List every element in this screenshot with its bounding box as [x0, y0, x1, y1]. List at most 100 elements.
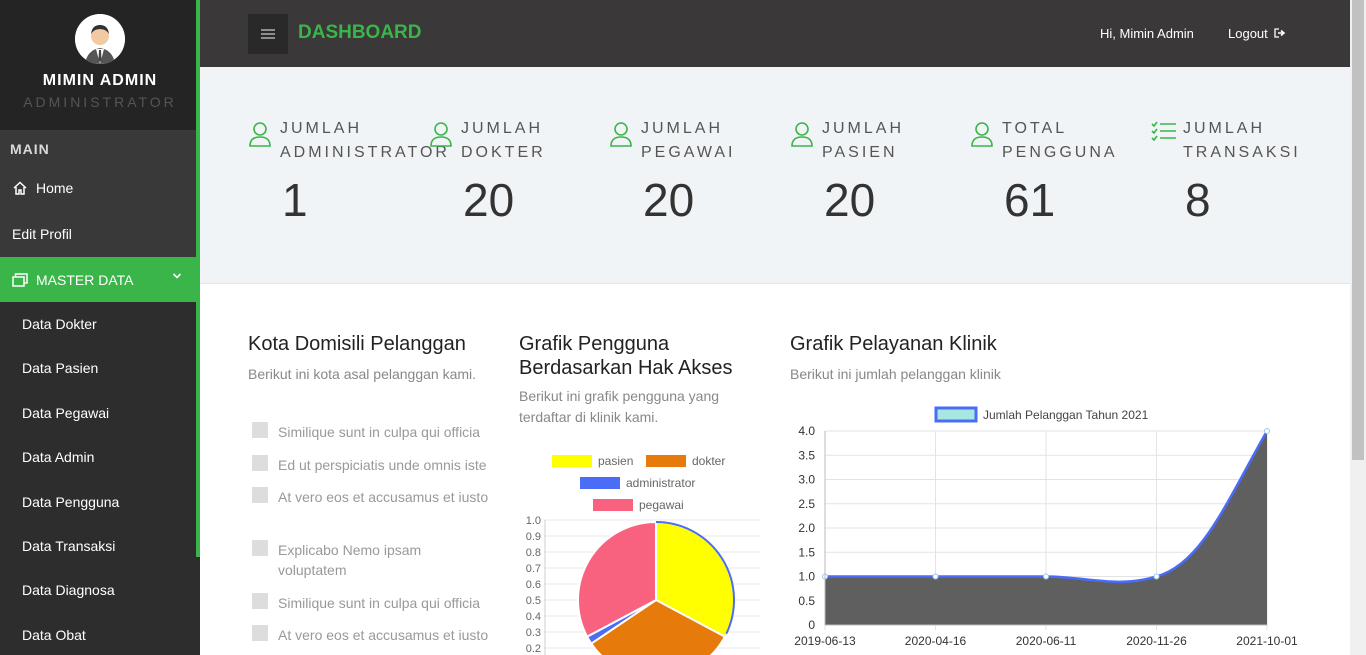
checkbox[interactable]	[252, 593, 268, 609]
nav-section-label: MAIN	[10, 141, 50, 157]
sidebar-item-data-dokter[interactable]: Data Dokter	[22, 316, 97, 332]
legend-label: pasien	[598, 454, 633, 468]
checkbox[interactable]	[252, 540, 268, 556]
stat-label-line1: JUMLAH	[280, 120, 363, 137]
y-tick-label: 2.0	[798, 521, 815, 535]
list-item[interactable]: Explicabo Nemo ipsam voluptatem	[252, 540, 492, 580]
avatar[interactable]	[75, 14, 125, 64]
stats-panel: JUMLAH ADMINISTRATOR 1 JUMLAH DOKTER 20 JU…	[200, 67, 1350, 284]
legend-label: dokter	[692, 454, 725, 468]
stat-label-line1: JUMLAH	[822, 120, 905, 137]
top-bar: DASHBOARD Hi, Mimin Admin Logout	[200, 0, 1350, 67]
list-item-text: Ed ut perspiciatis unde omnis iste	[278, 457, 487, 473]
sign-out-icon	[1274, 28, 1286, 38]
y-tick-label: 1.0	[526, 515, 541, 527]
sidebar-item-home[interactable]: Home	[12, 180, 73, 196]
checkbox[interactable]	[252, 487, 268, 503]
data-point	[1153, 573, 1160, 580]
stat-value: 20	[824, 174, 876, 226]
y-tick-label: 0.8	[526, 547, 541, 559]
sidebar-item-label: MASTER DATA	[36, 271, 134, 288]
data-point	[1043, 573, 1049, 580]
legend-label: Jumlah Pelanggan Tahun 2021	[983, 408, 1149, 422]
legend-swatch	[934, 406, 978, 423]
list-item[interactable]: Similique sunt in culpa qui officia	[252, 422, 492, 442]
data-point	[1264, 428, 1270, 434]
x-tick-label: 2021-10-01	[1236, 634, 1298, 648]
window-icon	[12, 272, 28, 287]
legend-swatch	[580, 477, 620, 489]
y-tick-label: 2.5	[798, 497, 815, 511]
list-item[interactable]: Ed ut perspiciatis unde omnis iste	[252, 455, 492, 475]
list-item-text: At vero eos et accusamus et iusto	[278, 627, 489, 643]
pengguna-subtitle: Berikut ini grafik pengguna yang terdafta…	[519, 386, 719, 428]
area-chart: Jumlah Pelanggan Tahun 2021 4.0 3.5 3.0 2.5 2…	[794, 406, 1298, 648]
pengguna-title: Grafik Pengguna Berdasarkan Hak Akses	[519, 332, 732, 380]
pengguna-subtitle-line2: terdaftar di klinik kami.	[519, 409, 659, 425]
y-tick-label: 1.5	[798, 545, 815, 559]
list-item-text: Similique sunt in culpa qui officia	[278, 424, 481, 440]
sidebar-item-data-obat[interactable]: Data Obat	[22, 627, 86, 643]
kota-title: Kota Domisili Pelanggan	[248, 333, 466, 355]
y-tick-label: 0.4	[526, 611, 541, 623]
y-tick-label: 0	[808, 618, 815, 632]
stat-label-line2: DOKTER	[461, 144, 546, 161]
sidebar-item-label: Home	[36, 180, 74, 196]
user-icon	[791, 122, 813, 147]
legend-label: administrator	[626, 476, 695, 490]
pelayanan-title: Grafik Pelayanan Klinik	[790, 333, 997, 355]
list-item-text: Explicabo Nemo ipsam voluptatem	[278, 542, 422, 578]
hamburger-icon	[261, 29, 275, 39]
x-tick-label: 2020-11-26	[1126, 634, 1187, 648]
stat-value: 1	[282, 174, 308, 226]
y-tick-label: 3.5	[798, 448, 815, 462]
user-greeting: Hi, Mimin Admin	[1100, 26, 1194, 41]
stat-value: 8	[1185, 174, 1211, 226]
sidebar-item-data-pengguna[interactable]: Data Pengguna	[22, 494, 119, 510]
sidebar-item-label: Edit Profil	[12, 226, 72, 242]
checkbox[interactable]	[252, 422, 268, 438]
user-role: ADMINISTRATOR	[23, 94, 177, 110]
legend-swatch	[552, 455, 592, 467]
checkbox[interactable]	[252, 455, 268, 471]
sidebar-item-data-admin[interactable]: Data Admin	[22, 449, 94, 465]
sidebar-item-data-pasien[interactable]: Data Pasien	[22, 360, 98, 376]
sidebar-item-data-transaksi[interactable]: Data Transaksi	[22, 538, 115, 554]
y-tick-label: 3.0	[798, 473, 815, 487]
y-tick-label: 0.5	[526, 595, 541, 607]
list-item[interactable]: At vero eos et accusamus et iusto	[252, 487, 492, 507]
chevron-down-icon	[172, 273, 182, 279]
pengguna-title-line2: Berdasarkan Hak Akses	[519, 357, 733, 379]
y-tick-label: 1.0	[798, 570, 815, 584]
list-item[interactable]: Similique sunt in culpa qui officia	[252, 593, 492, 613]
user-icon	[971, 122, 993, 147]
sidebar-item-master-data[interactable]: MASTER DATA	[0, 257, 196, 302]
pengguna-title-line1: Grafik Pengguna	[519, 333, 670, 355]
sidebar-item-data-pegawai[interactable]: Data Pegawai	[22, 405, 109, 421]
stat-label-line2: PENGGUNA	[1002, 144, 1118, 161]
x-tick-label: 2019-06-13	[794, 634, 856, 648]
user-icon	[249, 122, 271, 147]
scrollbar-thumb[interactable]	[1352, 0, 1364, 460]
stat-value: 20	[643, 174, 695, 226]
legend-swatch	[646, 455, 686, 467]
stat-label-line1: JUMLAH	[1183, 120, 1266, 137]
logout-label: Logout	[1228, 26, 1268, 41]
list-item[interactable]: At vero eos et accusamus et iusto	[252, 625, 492, 645]
user-icon	[430, 122, 452, 147]
checkbox[interactable]	[252, 625, 268, 641]
menu-toggle-button[interactable]	[248, 14, 288, 54]
list-item-text: At vero eos et accusamus et iusto	[278, 489, 489, 505]
logout-button[interactable]: Logout	[1228, 26, 1286, 41]
stat-label-line2: PEGAWAI	[641, 144, 736, 161]
sidebar-item-edit-profil[interactable]: Edit Profil	[12, 226, 72, 242]
profile-panel: MIMIN ADMIN ADMINISTRATOR	[0, 0, 200, 130]
legend-label: pegawai	[639, 498, 684, 512]
sidebar-item-data-diagnosa[interactable]: Data Diagnosa	[22, 582, 115, 598]
y-tick-label: 4.0	[798, 424, 815, 438]
stat-label-line2: TRANSAKSI	[1183, 144, 1301, 161]
stat-label-line1: JUMLAH	[641, 120, 724, 137]
y-tick-label: 0.2	[526, 643, 541, 655]
page-title: DASHBOARD	[298, 22, 422, 43]
list-item-text: Similique sunt in culpa qui officia	[278, 595, 481, 611]
